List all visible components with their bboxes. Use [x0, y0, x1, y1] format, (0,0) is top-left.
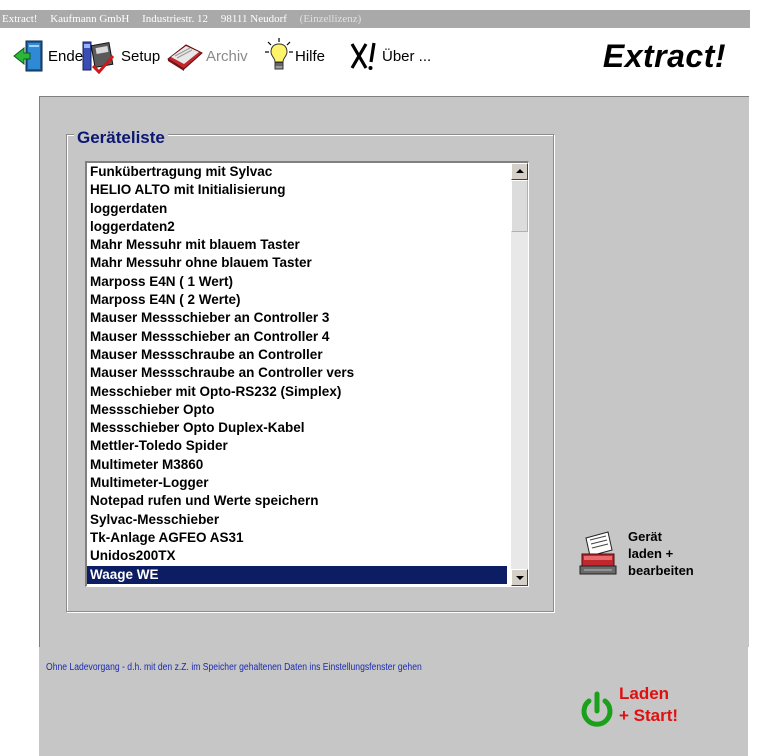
device-list-title: Geräteliste: [74, 128, 168, 148]
load-edit-button[interactable]: Gerät laden + bearbeiten: [578, 528, 718, 588]
device-list-item[interactable]: loggerdaten2: [87, 218, 507, 236]
scroll-down-button[interactable]: [511, 569, 528, 586]
device-list-item[interactable]: Messschieber Opto Duplex-Kabel: [87, 419, 507, 437]
device-list-item[interactable]: Mauser Messschieber an Controller 4: [87, 328, 507, 346]
load-start-button[interactable]: Laden + Start!: [577, 683, 697, 735]
lightbulb-icon: [265, 38, 293, 70]
scroll-up-button[interactable]: [511, 163, 528, 180]
device-list-item[interactable]: Multimeter-Logger: [87, 474, 507, 492]
about-label: Über ...: [382, 47, 432, 65]
title-city: 98111 Neudorf: [220, 13, 287, 25]
status-hint: Ohne Ladevorgang - d.h. mit den z.Z. im …: [46, 662, 422, 673]
device-list-item[interactable]: Marposs E4N ( 2 Werte): [87, 291, 507, 309]
title-app: Extract!: [2, 13, 38, 25]
device-list-item[interactable]: Mettler-Toledo Spider: [87, 437, 507, 455]
archive-label: Archiv: [206, 47, 248, 65]
setup-toolbox-icon: [82, 41, 115, 74]
exit-label: Ende: [48, 47, 84, 65]
load-edit-label: Gerät laden + bearbeiten: [628, 529, 694, 578]
exit-door-icon: [13, 40, 43, 72]
main-window: Extract! Kaufmann GmbH Industriestr. 12 …: [0, 0, 757, 756]
device-list-item[interactable]: Marposs E4N ( 1 Wert): [87, 273, 507, 291]
arrow-down-icon: [516, 576, 524, 580]
device-list-item[interactable]: Mahr Messuhr ohne blauem Taster: [87, 254, 507, 272]
device-list-item[interactable]: Unidos200TX: [87, 547, 507, 565]
archive-folders-icon: [167, 44, 203, 71]
device-list-item[interactable]: Messchieber mit Opto-RS232 (Simplex): [87, 383, 507, 401]
load-start-label: Laden + Start!: [619, 684, 679, 725]
extract-logo-icon: [350, 42, 376, 70]
device-list-item[interactable]: Sylvac-Messchieber: [87, 511, 507, 529]
about-button[interactable]: Über ...: [350, 36, 431, 76]
title-street: Industriestr. 12: [142, 13, 209, 25]
setup-button[interactable]: Setup: [79, 36, 160, 76]
toolbar: Ende Setup Archiv Hilfe Über ... Extract…: [0, 28, 748, 86]
device-list-item[interactable]: Mauser Messschraube an Controller: [87, 346, 507, 364]
device-list-item[interactable]: Mauser Messschieber an Controller 3: [87, 309, 507, 327]
load-device-icon: [579, 531, 617, 575]
device-list-item[interactable]: Mahr Messuhr mit blauem Taster: [87, 236, 507, 254]
setup-label: Setup: [121, 47, 161, 65]
device-list-item[interactable]: Mauser Messschraube an Controller vers: [87, 364, 507, 382]
device-list-item[interactable]: Waage WE: [87, 565, 507, 584]
app-logo: Extract!: [602, 38, 726, 74]
archive-button[interactable]: Archiv: [166, 36, 248, 76]
title-company: Kaufmann GmbH: [50, 13, 130, 25]
device-list-item[interactable]: Messschieber Opto: [87, 401, 507, 419]
listbox-scrollbar[interactable]: [511, 163, 528, 586]
exit-button[interactable]: Ende: [12, 36, 83, 76]
help-button[interactable]: Hilfe: [265, 36, 325, 76]
device-list-item[interactable]: loggerdaten: [87, 200, 507, 218]
help-label: Hilfe: [295, 47, 326, 65]
title-bar: Extract! Kaufmann GmbH Industriestr. 12 …: [0, 10, 750, 28]
scroll-thumb[interactable]: [511, 180, 528, 232]
device-list-items: Funkübertragung mit Sylvac HELIO ALTO mit…: [87, 163, 507, 584]
device-list-item[interactable]: Tk-Anlage AGFEO AS31: [87, 529, 507, 547]
title-license: (Einzellizenz): [299, 13, 362, 25]
device-list-item[interactable]: HELIO ALTO mit Initialisierung: [87, 181, 507, 199]
power-icon: [581, 691, 613, 727]
device-list-item[interactable]: Funkübertragung mit Sylvac: [87, 163, 507, 181]
arrow-up-icon: [516, 169, 524, 173]
device-list-item[interactable]: Notepad rufen und Werte speichern: [87, 492, 507, 510]
device-listbox[interactable]: Funkübertragung mit Sylvac HELIO ALTO mit…: [85, 161, 529, 587]
device-list-item[interactable]: Multimeter M3860: [87, 456, 507, 474]
status-bar: Ohne Ladevorgang - d.h. mit den z.Z. im …: [39, 647, 748, 756]
